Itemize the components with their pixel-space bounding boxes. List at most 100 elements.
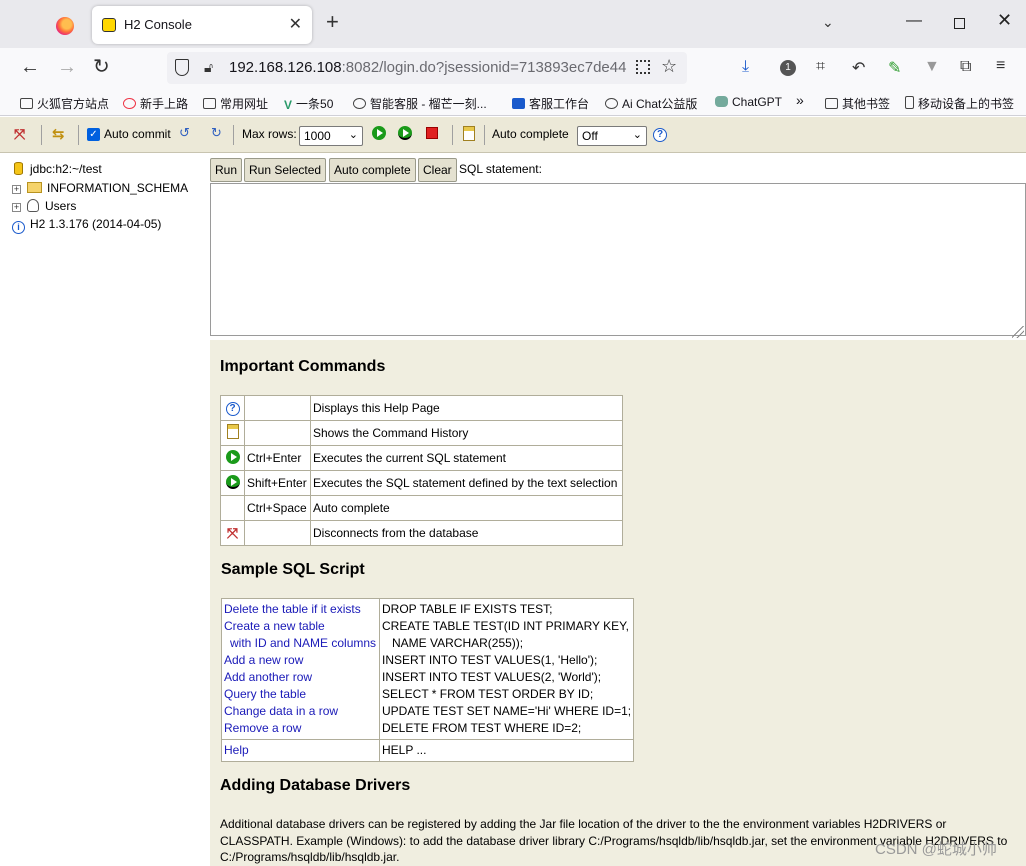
sample-link[interactable]: Remove a row — [224, 720, 377, 737]
crop-icon[interactable]: ⌗ — [816, 58, 825, 76]
sample-link[interactable]: Delete the table if it exists — [224, 601, 377, 618]
navigation-bar: ← → ↻ 🔓︎ 192.168.126.108:8082/login.do?j… — [0, 48, 1026, 88]
help-icon: ? — [653, 128, 667, 142]
url-text[interactable]: 192.168.126.108:8082/login.do?jsessionid… — [229, 59, 627, 76]
auto-complete-button[interactable]: Auto complete — [329, 158, 416, 182]
sample-link[interactable]: with ID and NAME columns — [224, 635, 377, 652]
refresh-button[interactable]: ⇆ — [52, 125, 65, 143]
database-icon — [14, 162, 23, 175]
sql-line: CREATE TABLE TEST(ID INT PRIMARY KEY, — [382, 619, 629, 633]
bookmark-item[interactable]: 常用网址 — [203, 95, 268, 112]
forward-button[interactable]: → — [57, 57, 77, 77]
run-selected-toolbar-button[interactable] — [398, 126, 412, 143]
sample-link[interactable]: Create a new table — [224, 618, 377, 635]
tree-item-users[interactable]: + Users — [12, 199, 76, 213]
expand-plus-icon[interactable]: + — [12, 185, 21, 194]
tree-connection[interactable]: jdbc:h2:~/test — [14, 162, 102, 176]
extensions-puzzle-icon[interactable]: ⧉ — [960, 58, 971, 76]
menu-hamburger-icon[interactable]: ≡ — [996, 57, 1005, 75]
cell-desc: Disconnects from the database — [310, 520, 623, 546]
auto-commit-checkbox[interactable]: ✓ — [87, 128, 100, 141]
firefox-logo-icon[interactable] — [56, 17, 74, 35]
address-bar[interactable]: 🔓︎ 192.168.126.108:8082/login.do?jsessio… — [167, 52, 687, 84]
insecure-lock-icon[interactable]: 🔓︎ — [204, 59, 218, 76]
sample-link[interactable]: Add a new row — [224, 652, 377, 669]
tab-h2-console[interactable]: H2 Console ✕ — [92, 6, 312, 44]
list-tabs-chevron-icon[interactable]: ⌄ — [822, 14, 834, 31]
new-tab-button[interactable]: + — [326, 11, 339, 33]
sql-editor[interactable] — [210, 183, 1026, 336]
auto-complete-label: Auto complete — [492, 127, 569, 141]
cell-key: Ctrl+Enter — [244, 445, 311, 471]
max-rows-select[interactable]: 1000 ⌄ — [299, 126, 363, 146]
result-panel: Important Commands ? Displays this Help … — [210, 340, 1026, 866]
bookmarks-overflow-chevron-icon[interactable]: » — [796, 92, 804, 108]
extension-v-icon[interactable]: ▼ — [924, 58, 940, 76]
table-row: Shift+Enter Executes the SQL statement d… — [220, 470, 623, 496]
bookmark-item[interactable]: ChatGPT — [715, 95, 782, 109]
commit-button[interactable]: ↺ — [179, 125, 190, 141]
window-close-icon[interactable]: ✕ — [997, 10, 1012, 31]
back-button[interactable]: ← — [20, 57, 40, 77]
disconnect-button[interactable]: ⤧ — [14, 126, 25, 143]
sample-link[interactable]: Change data in a row — [224, 703, 377, 720]
v-logo-icon: V — [284, 98, 293, 112]
table-row: ⤧ Disconnects from the database — [220, 520, 623, 546]
cell-icon — [220, 470, 245, 496]
help-button[interactable]: ? — [653, 126, 667, 142]
bookmark-item[interactable]: 新手上路 — [123, 95, 188, 112]
downloads-icon[interactable]: ⤓ — [742, 58, 749, 76]
cell-desc: Displays this Help Page — [310, 395, 623, 421]
cell-icon: ⤧ — [220, 520, 245, 546]
bookmark-item[interactable]: V 一条50 — [284, 95, 333, 112]
bookmark-item[interactable]: 火狐官方站点 — [20, 95, 109, 112]
extension-pdf-icon[interactable]: ✎ — [888, 58, 901, 78]
tab-title: H2 Console — [124, 17, 192, 32]
run-selected-button[interactable]: Run Selected — [244, 158, 327, 182]
tree-item-information-schema[interactable]: + INFORMATION_SCHEMA — [12, 181, 188, 195]
extension-badge-icon[interactable]: 1 — [780, 60, 796, 76]
cell-key: Shift+Enter — [244, 470, 311, 496]
rollback-button[interactable]: ↻ — [211, 125, 222, 141]
stop-button[interactable] — [426, 127, 438, 142]
bookmark-star-icon[interactable]: ☆ — [661, 56, 677, 77]
tab-close-icon[interactable]: ✕ — [289, 14, 302, 34]
undo-icon[interactable]: ↶ — [852, 58, 865, 78]
expand-plus-icon[interactable]: + — [12, 203, 21, 212]
qr-code-icon[interactable] — [636, 60, 650, 74]
tracking-shield-icon[interactable] — [175, 59, 189, 76]
maximize-icon[interactable] — [954, 18, 965, 29]
sample-link[interactable]: Add another row — [224, 669, 377, 686]
bookmark-item[interactable]: 其他书签 — [825, 95, 890, 112]
toolbar-divider — [233, 125, 234, 145]
run-button[interactable]: Run — [210, 158, 243, 182]
cell-key — [244, 420, 311, 446]
resize-grip-icon[interactable] — [1012, 326, 1024, 338]
commands-table: ? Displays this Help Page Shows the Comm… — [220, 395, 623, 546]
chat-icon — [512, 98, 525, 109]
run-selected-icon — [225, 474, 240, 489]
bookmark-item[interactable]: 移动设备上的书签 — [905, 95, 1014, 112]
folder-icon — [203, 98, 216, 109]
bookmark-item[interactable]: Ai Chat公益版 — [605, 95, 697, 112]
chevron-down-icon: ⌄ — [632, 129, 642, 141]
auto-complete-select[interactable]: Off ⌄ — [577, 126, 647, 146]
cell-icon — [220, 495, 245, 521]
sql-line: SELECT * FROM TEST ORDER BY ID; — [382, 687, 594, 701]
cell-key: Ctrl+Space — [244, 495, 311, 521]
run-selected-icon — [398, 126, 412, 140]
minimize-icon[interactable]: — — [906, 12, 922, 30]
help-link[interactable]: Help — [224, 742, 377, 759]
openai-icon — [605, 98, 618, 109]
bookmark-item[interactable]: 客服工作台 — [512, 95, 589, 112]
max-rows-label: Max rows: — [242, 127, 297, 141]
important-commands-heading: Important Commands — [220, 358, 386, 375]
bookmark-item[interactable]: 智能客服 - 榴芒一刻... — [353, 95, 487, 112]
history-button[interactable] — [463, 126, 475, 144]
sample-link[interactable]: Query the table — [224, 686, 377, 703]
run-toolbar-button[interactable] — [372, 126, 386, 143]
reload-button[interactable]: ↻ — [93, 57, 110, 77]
folder-icon — [27, 182, 42, 193]
clear-button[interactable]: Clear — [418, 158, 457, 182]
cell-desc: Auto complete — [310, 495, 623, 521]
